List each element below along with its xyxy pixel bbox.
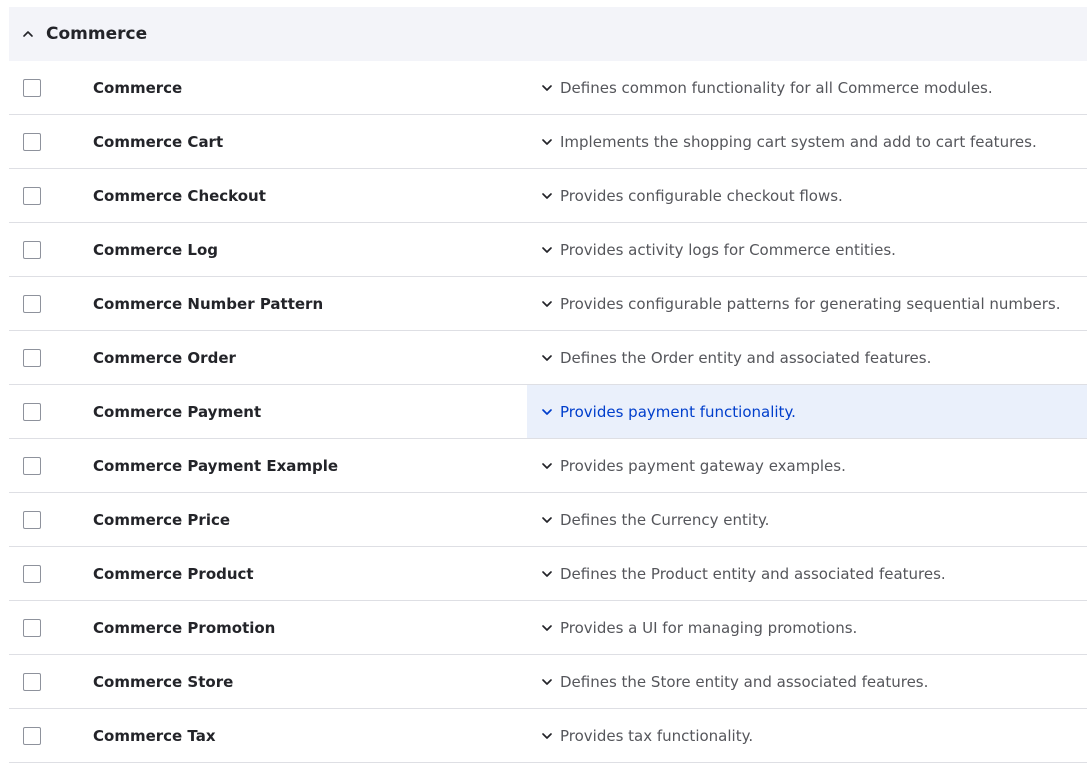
module-description-toggle[interactable]: Defines common functionality for all Com… bbox=[527, 61, 1087, 114]
module-name: Commerce Price bbox=[93, 510, 231, 529]
module-description: Defines the Product entity and associate… bbox=[560, 564, 946, 583]
module-group-panel: Commerce Commerce Defines common functio… bbox=[9, 7, 1087, 763]
chevron-down-icon bbox=[540, 621, 554, 635]
module-checkbox[interactable] bbox=[23, 402, 41, 421]
module-row: Commerce Defines common functionality fo… bbox=[9, 61, 1087, 115]
module-row: Commerce Payment Example Provides paymen… bbox=[9, 439, 1087, 493]
module-description-toggle[interactable]: Provides a UI for managing promotions. bbox=[527, 601, 1087, 654]
module-description-toggle[interactable]: Defines the Product entity and associate… bbox=[527, 547, 1087, 600]
chevron-down-icon bbox=[540, 189, 554, 203]
chevron-up-icon bbox=[22, 28, 34, 40]
module-row: Commerce Price Defines the Currency enti… bbox=[9, 493, 1087, 547]
module-description: Defines the Currency entity. bbox=[560, 510, 770, 529]
chevron-down-icon bbox=[540, 351, 554, 365]
module-name: Commerce Log bbox=[93, 240, 219, 259]
module-description-toggle[interactable]: Provides tax functionality. bbox=[527, 709, 1087, 762]
module-description-toggle[interactable]: Provides activity logs for Commerce enti… bbox=[527, 223, 1087, 276]
module-row: Commerce Log Provides activity logs for … bbox=[9, 223, 1087, 277]
module-description-toggle[interactable]: Defines the Order entity and associated … bbox=[527, 331, 1087, 384]
module-row: Commerce Product Defines the Product ent… bbox=[9, 547, 1087, 601]
chevron-down-icon bbox=[540, 675, 554, 689]
module-description-toggle[interactable]: Implements the shopping cart system and … bbox=[527, 115, 1087, 168]
module-description: Defines the Order entity and associated … bbox=[560, 348, 932, 367]
module-checkbox[interactable] bbox=[23, 186, 41, 205]
module-name: Commerce Payment bbox=[93, 402, 262, 421]
module-checkbox[interactable] bbox=[23, 132, 41, 151]
chevron-down-icon bbox=[540, 243, 554, 257]
module-row: Commerce Cart Implements the shopping ca… bbox=[9, 115, 1087, 169]
module-checkbox[interactable] bbox=[23, 456, 41, 475]
module-checkbox[interactable] bbox=[23, 564, 41, 583]
module-description: Implements the shopping cart system and … bbox=[560, 132, 1037, 151]
module-name: Commerce Order bbox=[93, 348, 236, 367]
module-description: Provides payment functionality. bbox=[560, 402, 796, 421]
module-row: Commerce Tax Provides tax functionality. bbox=[9, 709, 1087, 763]
module-row: Commerce Store Defines the Store entity … bbox=[9, 655, 1087, 709]
module-description-toggle[interactable]: Provides configurable patterns for gener… bbox=[527, 277, 1087, 330]
chevron-down-icon bbox=[540, 297, 554, 311]
module-checkbox[interactable] bbox=[23, 618, 41, 637]
module-checkbox[interactable] bbox=[23, 348, 41, 367]
chevron-down-icon bbox=[540, 513, 554, 527]
module-row: Commerce Payment Provides payment functi… bbox=[9, 385, 1087, 439]
module-description: Defines the Store entity and associated … bbox=[560, 672, 929, 691]
module-name: Commerce Checkout bbox=[93, 186, 266, 205]
module-description: Provides payment gateway examples. bbox=[560, 456, 846, 475]
module-name: Commerce Cart bbox=[93, 132, 224, 151]
module-row: Commerce Order Defines the Order entity … bbox=[9, 331, 1087, 385]
module-description: Defines common functionality for all Com… bbox=[560, 78, 993, 97]
module-description-toggle[interactable]: Provides payment gateway examples. bbox=[527, 439, 1087, 492]
module-name: Commerce Number Pattern bbox=[93, 294, 324, 313]
chevron-down-icon bbox=[540, 567, 554, 581]
module-name: Commerce Store bbox=[93, 672, 234, 691]
module-description-toggle[interactable]: Provides configurable checkout flows. bbox=[527, 169, 1087, 222]
module-checkbox[interactable] bbox=[23, 294, 41, 313]
module-description: Provides configurable checkout flows. bbox=[560, 186, 843, 205]
group-title: Commerce bbox=[46, 24, 148, 44]
chevron-down-icon bbox=[540, 81, 554, 95]
module-checkbox[interactable] bbox=[23, 78, 41, 97]
chevron-down-icon bbox=[540, 405, 554, 419]
chevron-down-icon bbox=[540, 729, 554, 743]
module-name: Commerce Tax bbox=[93, 726, 216, 745]
module-description-toggle[interactable]: Defines the Store entity and associated … bbox=[527, 655, 1087, 708]
module-row: Commerce Checkout Provides configurable … bbox=[9, 169, 1087, 223]
module-name: Commerce bbox=[93, 78, 183, 97]
module-name: Commerce Promotion bbox=[93, 618, 276, 637]
chevron-down-icon bbox=[540, 459, 554, 473]
module-checkbox[interactable] bbox=[23, 240, 41, 259]
module-description: Provides configurable patterns for gener… bbox=[560, 294, 1061, 313]
module-description: Provides a UI for managing promotions. bbox=[560, 618, 858, 637]
module-description: Provides activity logs for Commerce enti… bbox=[560, 240, 896, 259]
module-description: Provides tax functionality. bbox=[560, 726, 754, 745]
module-name: Commerce Payment Example bbox=[93, 456, 339, 475]
module-row: Commerce Number Pattern Provides configu… bbox=[9, 277, 1087, 331]
module-list: Commerce Defines common functionality fo… bbox=[9, 61, 1087, 763]
module-description-toggle[interactable]: Provides payment functionality. bbox=[527, 385, 1087, 438]
chevron-down-icon bbox=[540, 135, 554, 149]
module-checkbox[interactable] bbox=[23, 726, 41, 745]
module-name: Commerce Product bbox=[93, 564, 254, 583]
module-description-toggle[interactable]: Defines the Currency entity. bbox=[527, 493, 1087, 546]
module-row: Commerce Promotion Provides a UI for man… bbox=[9, 601, 1087, 655]
module-checkbox[interactable] bbox=[23, 672, 41, 691]
module-checkbox[interactable] bbox=[23, 510, 41, 529]
group-header-commerce[interactable]: Commerce bbox=[9, 7, 1087, 61]
